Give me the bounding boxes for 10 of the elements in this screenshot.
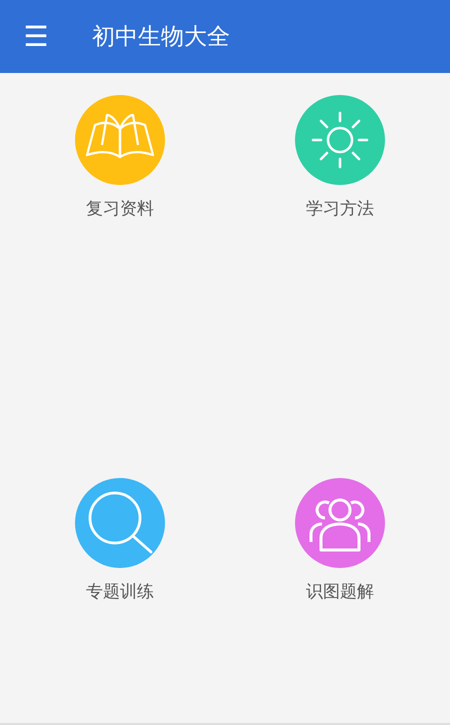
tile-label: 专题训练: [86, 581, 154, 603]
category-tile[interactable]: 专题训练: [10, 478, 230, 603]
tile-label: 识图题解: [306, 581, 374, 603]
category-tile[interactable]: 学习方法: [230, 95, 450, 220]
tile-label: 学习方法: [306, 198, 374, 220]
menu-button[interactable]: ☰: [22, 22, 50, 50]
tile-label: 复习资料: [86, 198, 154, 220]
app-title: 初中生物大全: [92, 23, 230, 52]
category-tile[interactable]: 复习资料: [10, 95, 230, 220]
category-tile[interactable]: 识图题解: [230, 478, 450, 603]
